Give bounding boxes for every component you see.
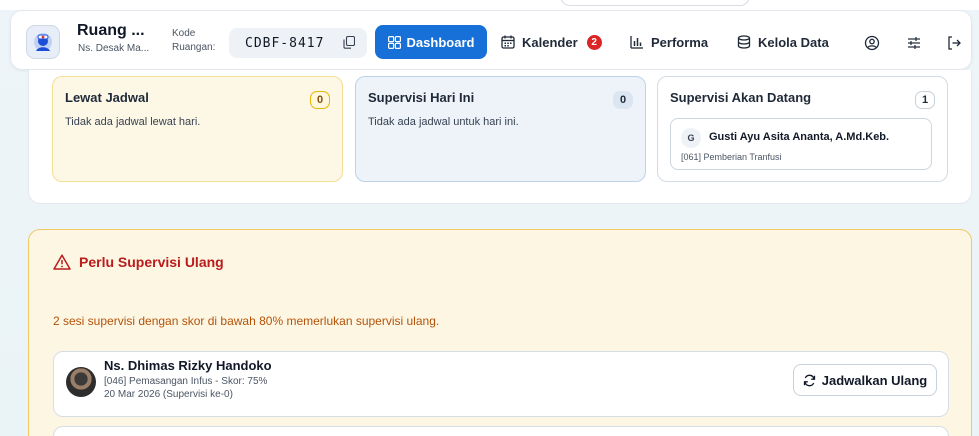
- kalender-badge: 2: [586, 34, 602, 50]
- upcoming-title: Supervisi Akan Datang: [670, 90, 812, 105]
- upcoming-item[interactable]: G Gusti Ayu Asita Ananta, A.Md.Keb. [061…: [670, 118, 932, 170]
- list-item: [53, 426, 949, 436]
- resupervision-heading: Perlu Supervisi Ulang: [53, 254, 224, 270]
- procedure-score: [046] Pemasangan Infus - Skor: 75%: [104, 376, 268, 387]
- app-header: Ruang ... Ns. Desak Ma... Kode Ruangan: …: [10, 10, 972, 70]
- copy-icon[interactable]: [343, 36, 355, 49]
- user-circle-icon[interactable]: [864, 35, 880, 51]
- room-code-label-line2: Ruangan:: [172, 42, 216, 53]
- settings-sliders-icon[interactable]: [906, 35, 922, 51]
- upcoming-count: 1: [915, 91, 935, 109]
- resupervision-title: Perlu Supervisi Ulang: [79, 254, 224, 270]
- reschedule-label: Jadwalkan Ulang: [821, 372, 928, 388]
- upcoming-card: Supervisi Akan Datang 1 G Gusti Ayu Asit…: [657, 76, 948, 182]
- nav-performa[interactable]: Performa: [630, 25, 708, 59]
- reschedule-button[interactable]: Jadwalkan Ulang: [793, 364, 937, 396]
- overdue-count: 0: [310, 91, 330, 109]
- overdue-empty-text: Tidak ada jadwal lewat hari.: [65, 116, 201, 128]
- room-name: Ruang ...: [77, 22, 145, 39]
- top-strip: [0, 0, 979, 10]
- nav-dashboard-label: Dashboard: [406, 34, 475, 50]
- supervision-date: 20 Mar 2026 (Supervisi ke-0): [104, 389, 233, 400]
- logout-icon[interactable]: [946, 35, 962, 51]
- today-count: 0: [613, 91, 633, 109]
- nav-kalender[interactable]: Kalender 2: [501, 25, 602, 59]
- calendar-icon: [501, 35, 515, 49]
- upcoming-item-name: Gusti Ayu Asita Ananta, A.Md.Keb.: [709, 131, 890, 143]
- room-supervisor: Ns. Desak Ma...: [78, 43, 150, 54]
- nurse-name: Ns. Dhimas Rizky Handoko: [104, 358, 272, 373]
- avatar: G: [681, 128, 701, 148]
- room-code: CDBF-8417: [245, 35, 325, 51]
- database-icon: [737, 35, 751, 49]
- room-code-label-line1: Kode: [172, 28, 196, 39]
- bar-chart-icon: [630, 36, 643, 49]
- nav-dashboard[interactable]: Dashboard: [375, 25, 487, 59]
- overdue-title: Lewat Jadwal: [65, 90, 149, 105]
- upcoming-item-procedure: [061] Pemberian Tranfusi: [681, 152, 782, 162]
- today-card: Supervisi Hari Ini 0 Tidak ada jadwal un…: [355, 76, 646, 182]
- today-empty-text: Tidak ada jadwal untuk hari ini.: [368, 116, 519, 128]
- top-pill: [560, 0, 750, 6]
- nav-kelola-data[interactable]: Kelola Data: [737, 25, 829, 59]
- nav-kalender-label: Kalender: [522, 34, 578, 50]
- app-logo[interactable]: [26, 25, 60, 59]
- list-item: Ns. Dhimas Rizky Handoko [046] Pemasanga…: [53, 351, 949, 417]
- today-title: Supervisi Hari Ini: [368, 90, 475, 105]
- room-code-label: Kode Ruangan:: [172, 27, 215, 55]
- avatar: [66, 367, 96, 397]
- grid-icon: [387, 35, 401, 49]
- resupervision-panel: Perlu Supervisi Ulang 2 sesi supervisi d…: [28, 229, 972, 436]
- resupervision-description: 2 sesi supervisi dengan skor di bawah 80…: [53, 314, 440, 328]
- refresh-icon: [803, 374, 815, 386]
- nav-performa-label: Performa: [651, 34, 709, 50]
- room-code-box[interactable]: CDBF-8417: [229, 28, 367, 58]
- nav-kelola-label: Kelola Data: [758, 34, 829, 50]
- warning-triangle-icon: [53, 254, 71, 270]
- nurse-logo-icon: [34, 33, 52, 51]
- overdue-card: Lewat Jadwal 0 Tidak ada jadwal lewat ha…: [52, 76, 343, 182]
